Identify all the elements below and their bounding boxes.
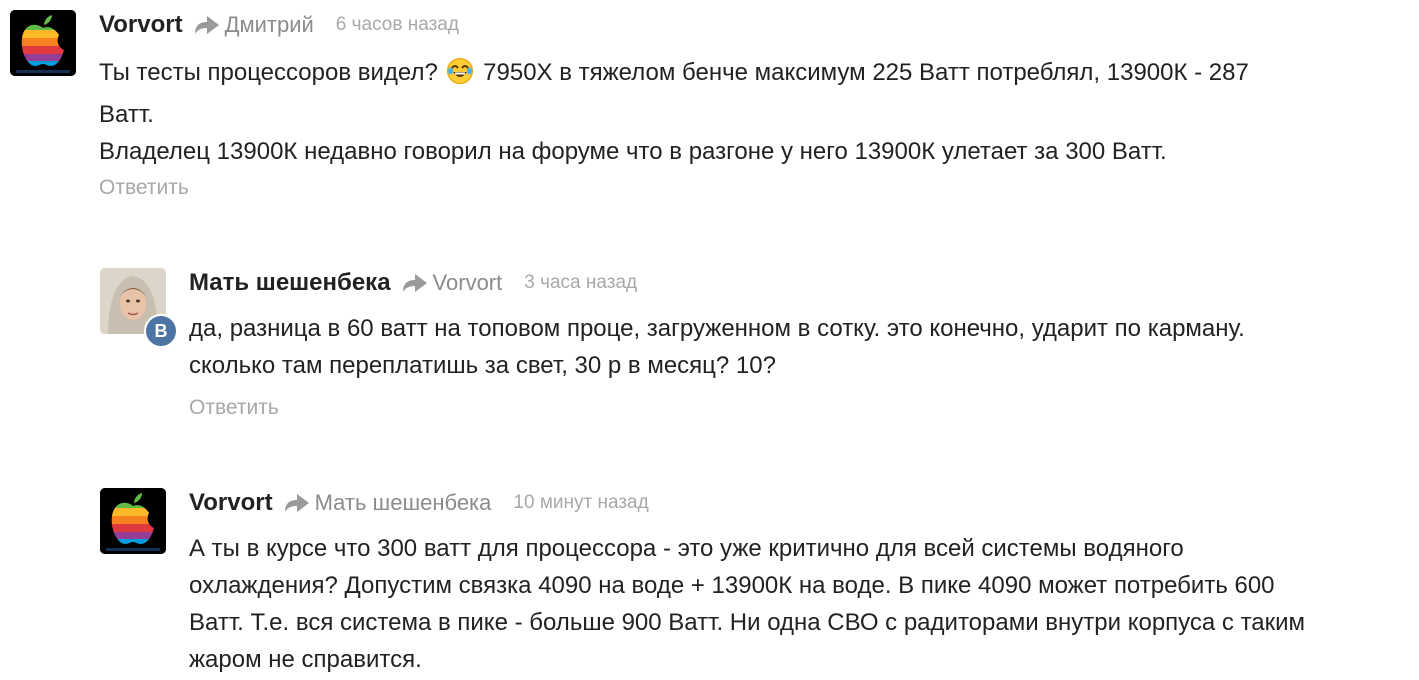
- comment-text: А ты в курсе что 300 ватт для процессора…: [189, 530, 1305, 678]
- comment-text-line: Ватт.: [99, 101, 154, 128]
- comment-header: Vorvort Дмитрий 6 часов назад: [99, 10, 459, 40]
- comment-text: да, разница в 60 ватт на топовом проце, …: [189, 310, 1245, 384]
- comment-header: Vorvort Мать шешенбека 10 минут назад: [189, 488, 649, 518]
- reply-to-name[interactable]: Мать шешенбека: [315, 490, 492, 516]
- reply-button[interactable]: Ответить: [99, 176, 189, 200]
- comment-3: Vorvort Мать шешенбека 10 минут назад А …: [100, 488, 1419, 680]
- avatar-apple-logo-icon[interactable]: [100, 488, 166, 554]
- reply-button[interactable]: Ответить: [189, 396, 279, 420]
- comment-time[interactable]: 10 минут назад: [513, 492, 648, 514]
- comment-text-line: Владелец 13900К недавно говорил на форум…: [99, 138, 1167, 165]
- comment-text-line: сколько там переплатишь за свет, 30 р в …: [189, 352, 776, 379]
- reply-arrow-icon: [402, 273, 428, 293]
- comment-text-line: жаром не справится.: [189, 646, 422, 673]
- comment-text: Ты тесты процессоров видел? 7950X в тяже…: [99, 54, 1249, 170]
- reply-arrow-icon: [194, 15, 220, 35]
- comment-1: Vorvort Дмитрий 6 часов назад Ты тесты п…: [10, 10, 1410, 210]
- author-name[interactable]: Vorvort: [99, 11, 183, 39]
- comment-text-line: А ты в курсе что 300 ватт для процессора…: [189, 535, 1184, 562]
- avatar-apple-logo-icon[interactable]: [10, 10, 76, 76]
- author-name[interactable]: Мать шешенбека: [189, 269, 391, 297]
- comment-header: Мать шешенбека Vorvort 3 часа назад: [189, 268, 637, 298]
- reply-to-name[interactable]: Vorvort: [433, 270, 503, 296]
- comment-text-line: охлаждения? Допустим связка 4090 на воде…: [189, 572, 1275, 599]
- comment-text-line: да, разница в 60 ватт на топовом проце, …: [189, 315, 1245, 342]
- vk-badge-icon: В: [144, 314, 178, 348]
- comment-text-line: Ватт. Т.е. вся система в пике - больше 9…: [189, 609, 1306, 636]
- comment-time[interactable]: 6 часов назад: [336, 14, 459, 36]
- comment-text-line: Ты тесты процессоров видел? 7950X в тяже…: [99, 54, 1249, 96]
- reply-to-name[interactable]: Дмитрий: [225, 12, 314, 38]
- tears-of-joy-emoji-icon: [446, 57, 474, 96]
- comment-2: В Мать шешенбека Vorvort 3 часа назад да…: [100, 268, 1410, 448]
- author-name[interactable]: Vorvort: [189, 489, 273, 517]
- comment-time[interactable]: 3 часа назад: [524, 272, 637, 294]
- reply-arrow-icon: [284, 493, 310, 513]
